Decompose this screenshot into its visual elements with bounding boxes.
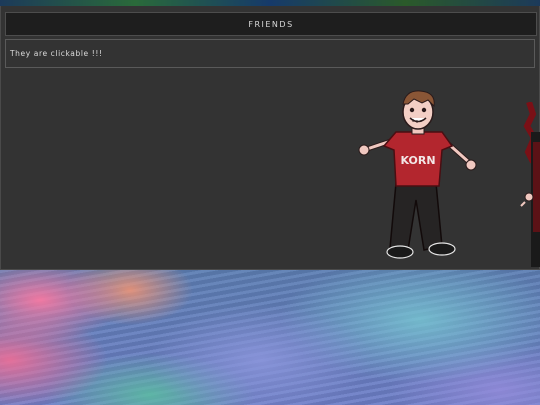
friend-partial-character[interactable] [519,101,540,267]
instruction-text: They are clickable !!! [5,39,535,68]
friend-korn-character[interactable]: KORN [356,88,481,268]
panel-title: FRIENDS [5,12,537,36]
shirt-text: KORN [400,154,435,167]
friends-panel: FRIENDS They are clickable !!! KORN [0,6,540,270]
character-icon: KORN [358,90,477,259]
character-icon [520,101,540,267]
